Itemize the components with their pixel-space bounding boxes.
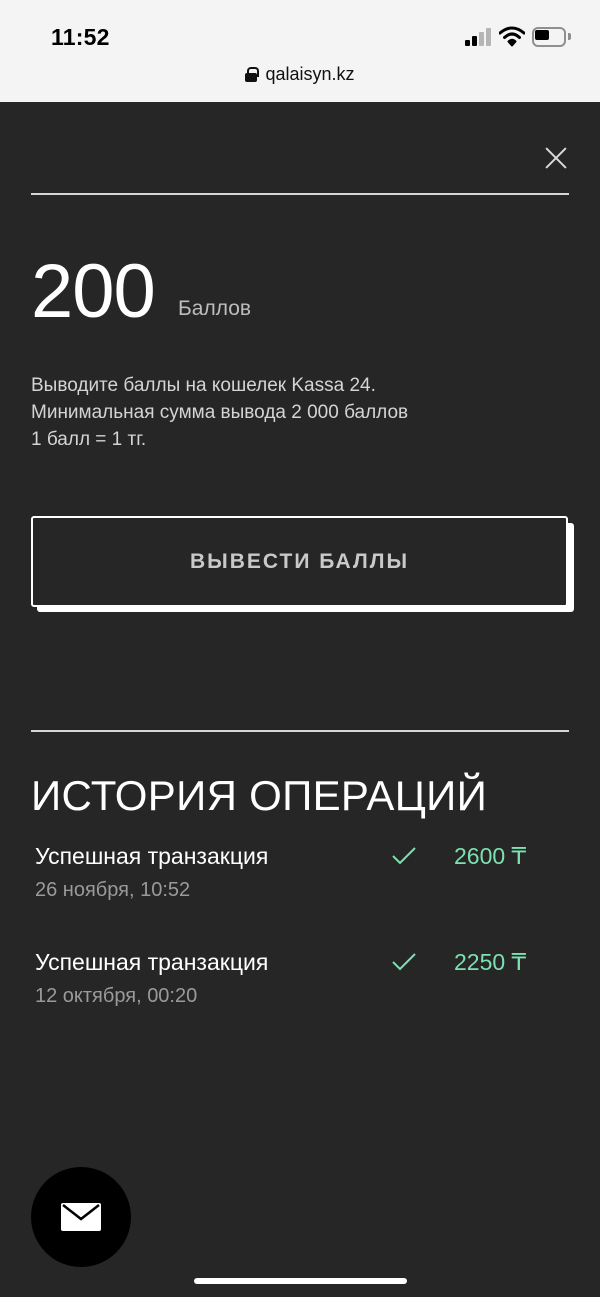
info-line: Минимальная сумма вывода 2 000 баллов [31,402,409,423]
wifi-icon [499,26,525,47]
clock: 11:52 [51,24,110,50]
check-icon [392,953,416,971]
transaction-date: 26 ноября, 10:52 [35,879,191,901]
close-icon[interactable] [540,142,572,174]
transaction-amount: 2250 ₸ [454,949,527,975]
url-text: qalaisyn.kz [265,64,355,84]
battery-icon [532,27,572,47]
history-title: ИСТОРИЯ ОПЕРАЦИЙ [31,772,488,819]
lock-icon [245,67,260,82]
home-indicator [194,1278,407,1284]
points-value: 200 [31,249,156,334]
signal-icon [465,28,491,46]
info-line: Выводите баллы на кошелек Kassa 24. [31,375,376,396]
info-line: 1 балл = 1 тг. [31,429,147,450]
transaction-row: Успешная транзакция 26 ноября, 10:52 260… [35,843,555,907]
url-bar[interactable]: qalaisyn.kz [0,64,600,85]
withdraw-points-button[interactable]: ВЫВЕСТИ БАЛЛЫ [31,516,568,607]
check-icon [392,847,416,865]
withdraw-info: Выводите баллы на кошелек Kassa 24. Мини… [31,372,571,453]
mail-button[interactable] [31,1167,131,1267]
transaction-status: Успешная транзакция [35,843,269,869]
mail-icon [61,1203,101,1231]
history-divider [31,730,569,732]
transaction-row: Успешная транзакция 12 октября, 00:20 22… [35,949,555,1013]
points-unit: Баллов [178,297,252,320]
status-bar: 11:52 qalaisyn.kz [0,0,600,102]
top-divider [31,193,569,195]
transaction-date: 12 октября, 00:20 [35,985,198,1007]
transaction-amount: 2600 ₸ [454,843,527,869]
transaction-status: Успешная транзакция [35,949,269,975]
